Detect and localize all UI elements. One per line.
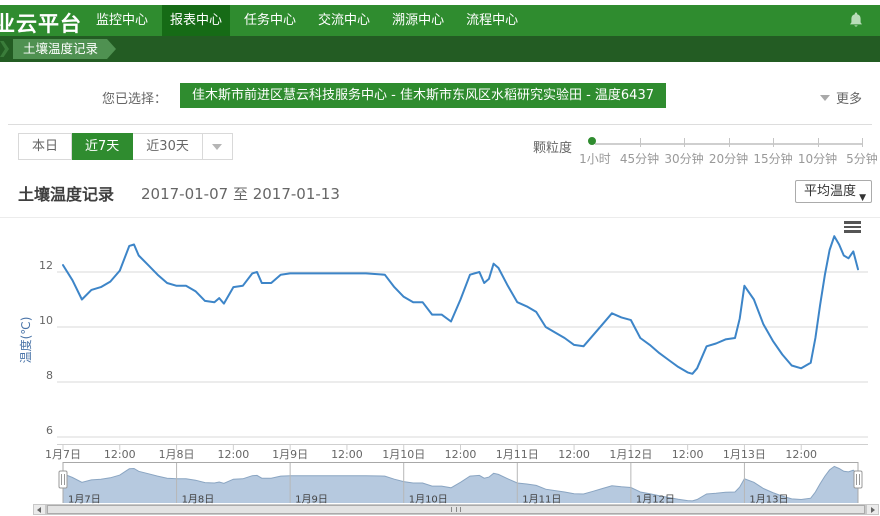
scrollbar-left-button[interactable] <box>33 504 46 515</box>
more-button[interactable]: 更多 <box>820 88 862 107</box>
menu-item-5[interactable]: 流程中心 <box>458 5 526 36</box>
menu-item-2[interactable]: 任务中心 <box>236 5 304 36</box>
select-caret-icon: ▼ <box>859 188 866 209</box>
menu-item-1[interactable]: 报表中心 <box>162 5 230 36</box>
x-axis-label: 1月9日 <box>272 448 308 461</box>
granularity-tick <box>640 138 641 147</box>
time-range-button-group: 本日近7天近30天 <box>18 133 233 160</box>
more-label: 更多 <box>836 88 862 107</box>
granularity-tick <box>862 138 863 147</box>
x-axis-label: 12:00 <box>218 448 250 461</box>
y-axis-label: 12 <box>39 259 53 272</box>
navigator-handle-right[interactable] <box>854 471 862 488</box>
main-menu: 监控中心报表中心任务中心交流中心溯源中心流程中心 <box>88 5 532 36</box>
series-line <box>63 236 858 374</box>
top-navbar: 农业云平台 监控中心报表中心任务中心交流中心溯源中心流程中心 <box>0 5 880 36</box>
menu-item-3[interactable]: 交流中心 <box>310 5 378 36</box>
x-axis-label: 12:00 <box>558 448 590 461</box>
x-axis-label: 1月11日 <box>496 448 539 461</box>
breadcrumb-chevron-icon <box>0 41 9 57</box>
x-axis-label: 12:00 <box>785 448 817 461</box>
arrow-left-icon <box>37 507 41 513</box>
y-axis-label: 8 <box>46 369 53 382</box>
chart-title: 土壤温度记录 <box>18 181 114 205</box>
breadcrumb-item[interactable]: 土壤温度记录 <box>13 39 116 59</box>
page: 农业云平台 监控中心报表中心任务中心交流中心溯源中心流程中心 土壤温度记录 您已… <box>0 0 880 516</box>
granularity-tick <box>729 138 730 147</box>
range-button-2[interactable]: 近30天 <box>133 133 203 160</box>
y-axis-label: 10 <box>39 314 53 327</box>
arrow-right-icon <box>871 507 875 513</box>
x-axis-label: 1月8日 <box>159 448 195 461</box>
menu-item-4[interactable]: 溯源中心 <box>384 5 452 36</box>
y-axis-label: 6 <box>46 424 53 437</box>
granularity-control: 颗粒度 1小时45分钟30分钟20分钟15分钟10分钟5分钟 <box>530 130 878 170</box>
x-axis-label: 1月10日 <box>382 448 425 461</box>
caret-down-icon <box>820 95 830 101</box>
chart-date-range: 2017-01-07 至 2017-01-13 <box>141 183 340 204</box>
x-axis-label: 1月13日 <box>723 448 766 461</box>
navigator-handle-left[interactable] <box>59 471 67 488</box>
menu-item-0[interactable]: 监控中心 <box>88 5 156 36</box>
range-dropdown-button[interactable] <box>203 133 233 160</box>
selection-tag[interactable]: 佳木斯市前进区慧云科技服务中心 - 佳木斯市东风区水稻研究实验田 - 温度643… <box>180 83 666 108</box>
chart-export-menu-icon[interactable] <box>844 221 861 233</box>
x-axis-label: 12:00 <box>672 448 704 461</box>
range-button-1[interactable]: 近7天 <box>72 133 133 160</box>
granularity-label: 颗粒度 <box>533 137 572 156</box>
selection-bar: 您已选择： 佳木斯市前进区慧云科技服务中心 - 佳木斯市东风区水稻研究实验田 -… <box>8 68 872 125</box>
temperature-line-chart: 12 10 8 6 温度(℃) 1月7日 12:00 1月8日 12:00 1月9日 12:00 1月… <box>0 215 880 462</box>
granularity-tick <box>773 138 774 147</box>
x-axis-label: 12:00 <box>331 448 363 461</box>
granularity-option-6[interactable]: 5分钟 <box>836 150 880 167</box>
x-axis-label: 12:00 <box>104 448 136 461</box>
x-axis-label: 1月12日 <box>609 448 652 461</box>
caret-down-icon <box>212 144 222 150</box>
granularity-slider-handle[interactable] <box>588 137 596 145</box>
range-button-0[interactable]: 本日 <box>18 133 72 160</box>
series-select-value: 平均温度 <box>804 184 856 199</box>
granularity-tick <box>818 138 819 147</box>
scrollbar-right-button[interactable] <box>866 504 879 515</box>
brand-logo: 农业云平台 <box>0 8 82 38</box>
chart-navigator: 1月7日1月8日1月9日1月10日1月11日1月12日1月13日 <box>0 462 880 505</box>
x-axis-label: 1月7日 <box>45 448 81 461</box>
series-select-dropdown[interactable]: 平均温度 ▼ <box>795 180 872 203</box>
notification-bell-icon[interactable] <box>848 12 864 29</box>
scrollbar-grip-icon <box>451 507 461 512</box>
x-axis-label: 12:00 <box>445 448 477 461</box>
y-axis-title: 温度(℃) <box>18 317 33 364</box>
granularity-tick <box>684 138 685 147</box>
breadcrumb-bar: 土壤温度记录 <box>0 36 880 62</box>
selection-label: 您已选择： <box>102 88 167 107</box>
